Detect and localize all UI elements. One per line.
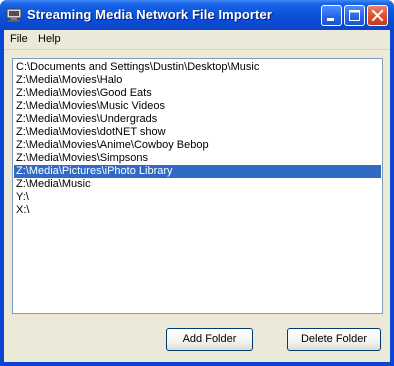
list-item[interactable]: Z:\Media\Movies\Anime\Cowboy Bebop [14, 139, 381, 152]
list-item[interactable]: Y:\ [14, 191, 381, 204]
list-item[interactable]: Z:\Media\Movies\Simpsons [14, 152, 381, 165]
app-icon [6, 8, 22, 22]
title-bar[interactable]: Streaming Media Network File Importer [0, 0, 394, 30]
menu-bar: File Help [4, 30, 390, 50]
list-item[interactable]: Z:\Media\Movies\Music Videos [14, 100, 381, 113]
maximize-icon [349, 10, 360, 21]
minimize-icon [327, 18, 334, 21]
close-icon [371, 9, 384, 22]
list-item[interactable]: Z:\Media\Movies\Halo [14, 74, 381, 87]
delete-folder-button[interactable]: Delete Folder [287, 328, 381, 351]
minimize-button[interactable] [321, 5, 342, 26]
menu-help[interactable]: Help [38, 33, 61, 45]
window-title: Streaming Media Network File Importer [27, 7, 272, 22]
client-area: File Help C:\Documents and Settings\Dust… [4, 30, 390, 362]
list-item[interactable]: C:\Documents and Settings\Dustin\Desktop… [14, 61, 381, 74]
folder-listbox[interactable]: C:\Documents and Settings\Dustin\Desktop… [12, 58, 383, 314]
window-frame-bottom [0, 362, 394, 366]
maximize-button[interactable] [344, 5, 365, 26]
menu-file[interactable]: File [10, 33, 28, 45]
add-folder-button[interactable]: Add Folder [166, 328, 253, 351]
application-window: Streaming Media Network File Importer Fi… [0, 0, 394, 366]
close-button[interactable] [367, 5, 388, 26]
list-item[interactable]: Z:\Media\Movies\Good Eats [14, 87, 381, 100]
list-item[interactable]: Z:\Media\Movies\Undergrads [14, 113, 381, 126]
list-item[interactable]: X:\ [14, 204, 381, 217]
list-item-selected[interactable]: Z:\Media\Pictures\iPhoto Library [14, 165, 381, 178]
list-item[interactable]: Z:\Media\Music [14, 178, 381, 191]
list-item[interactable]: Z:\Media\Movies\dotNET show [14, 126, 381, 139]
